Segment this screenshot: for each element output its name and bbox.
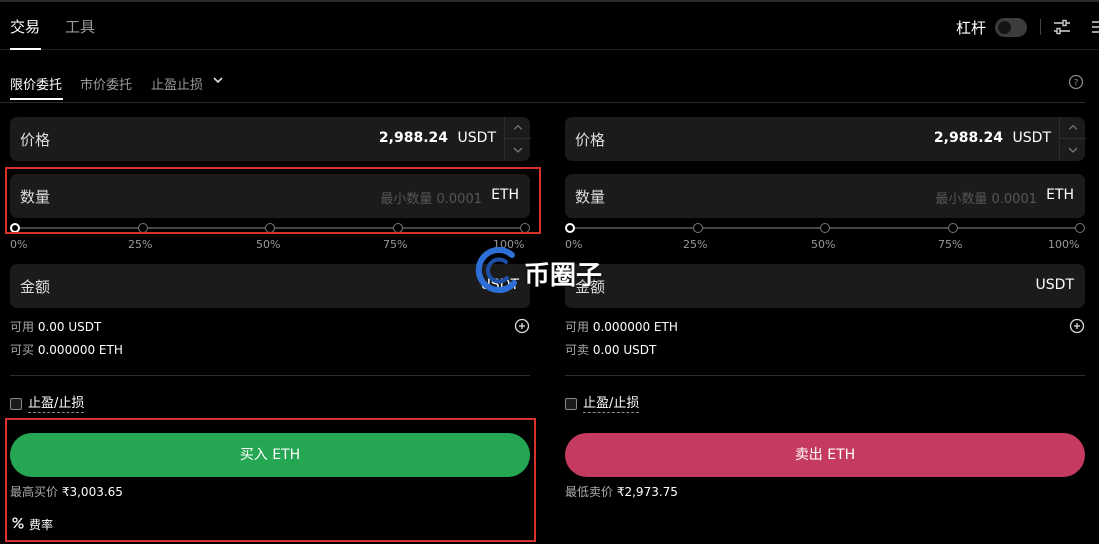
available-value: 0.00 USDT [37, 320, 102, 334]
available-balance: 可用 0.00 USDT [10, 318, 101, 335]
sell-amount-field[interactable]: 数量 最小数量 0.0001 ETH [565, 174, 1085, 218]
slider-tick-label: 50% [256, 238, 281, 251]
can-buy-value: 0.000000 ETH [37, 343, 123, 357]
amount-unit: ETH [1046, 187, 1074, 203]
sell-amount-slider[interactable]: 0% 25% 50% 75% 100% [565, 222, 1085, 251]
divider [10, 375, 530, 376]
slider-tick-label: 25% [683, 238, 708, 251]
can-sell-value: 0.00 USDT [592, 343, 657, 357]
increment-icon[interactable] [505, 117, 531, 139]
min-sell-price-label: 最低卖价 [565, 485, 614, 499]
slider-tick-label: 75% [938, 238, 963, 251]
slider-tick-label: 75% [383, 238, 408, 251]
tpsl-checkbox-label[interactable]: 止盈/止损 [28, 396, 85, 413]
max-buy-amount: 可买 0.000000 ETH [10, 341, 123, 358]
add-funds-icon[interactable] [1069, 318, 1085, 334]
add-funds-icon[interactable] [514, 318, 530, 334]
sell-total-field[interactable]: 金额 USDT [565, 264, 1085, 308]
decrement-icon[interactable] [1060, 139, 1086, 161]
available-value: 0.000000 ETH [592, 320, 678, 334]
price-value[interactable]: 2,988.24 [934, 130, 1003, 146]
increment-icon[interactable] [1060, 117, 1086, 139]
slider-stop-100[interactable] [1075, 223, 1085, 233]
highlight-box-amount [5, 167, 541, 234]
slider-tick-label: 100% [1048, 238, 1080, 251]
sell-button[interactable]: 卖出 ETH [565, 433, 1085, 477]
slider-tick-label: 0% [10, 238, 28, 251]
buy-price-field[interactable]: 价格 2,988.24 USDT [10, 117, 531, 161]
price-label: 价格 [20, 131, 51, 149]
sell-panel: 价格 2,988.24 USDT 数量 最小数量 0.0001 ETH 0% 2… [565, 0, 1086, 544]
can-sell-label: 可卖 [565, 343, 590, 357]
decrement-icon[interactable] [505, 139, 531, 161]
highlight-box-buy [5, 418, 536, 542]
available-balance: 可用 0.000000 ETH [565, 318, 678, 335]
slider-stop-50[interactable] [820, 223, 830, 233]
price-value[interactable]: 2,988.24 [379, 130, 448, 146]
slider-stop-25[interactable] [693, 223, 703, 233]
available-label: 可用 [565, 320, 590, 334]
tpsl-checkbox[interactable] [565, 398, 577, 410]
watermark-logo-icon [475, 247, 517, 293]
max-sell-amount: 可卖 0.00 USDT [565, 341, 656, 358]
slider-stop-0[interactable] [565, 223, 575, 233]
more-icon[interactable] [1092, 18, 1099, 36]
watermark: 币圈子 [474, 245, 624, 295]
tpsl-checkbox[interactable] [10, 398, 22, 410]
slider-tick-label: 25% [128, 238, 153, 251]
price-unit: USDT [457, 130, 496, 146]
sell-price-field[interactable]: 价格 2,988.24 USDT [565, 117, 1086, 161]
tpsl-checkbox-label[interactable]: 止盈/止损 [583, 396, 640, 413]
total-label: 金额 [20, 278, 51, 296]
price-stepper [1059, 117, 1086, 161]
price-label: 价格 [575, 131, 606, 149]
min-sell-price-value: ₹2,973.75 [616, 485, 678, 499]
can-buy-label: 可买 [10, 343, 35, 357]
price-unit: USDT [1012, 130, 1051, 146]
slider-stop-75[interactable] [948, 223, 958, 233]
slider-tick-label: 50% [811, 238, 836, 251]
amount-label: 数量 [575, 188, 606, 206]
buy-total-field[interactable]: 金额 USDT [10, 264, 530, 308]
watermark-text: 币圈子 [524, 261, 603, 291]
price-stepper [504, 117, 531, 161]
total-unit: USDT [1035, 277, 1074, 293]
amount-placeholder[interactable]: 最小数量 0.0001 [935, 188, 1037, 207]
min-sell-price: 最低卖价 ₹2,973.75 [565, 483, 678, 500]
available-label: 可用 [10, 320, 35, 334]
divider [565, 375, 1085, 376]
